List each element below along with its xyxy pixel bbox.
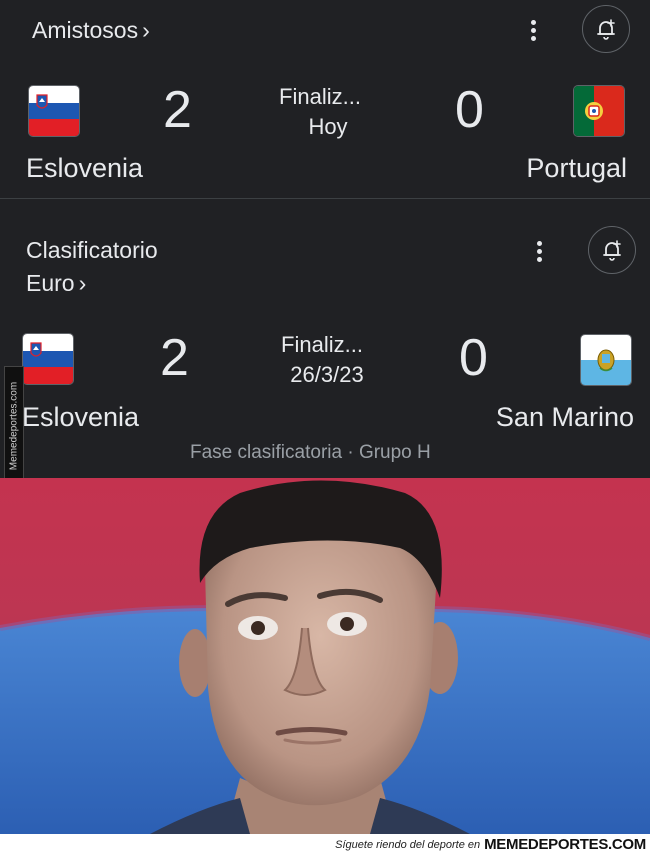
competition-label: Amistosos [32, 17, 139, 43]
footer-banner: Síguete riendo del deporte en MEMEDEPORT… [0, 834, 650, 855]
bell-add-icon [603, 240, 621, 261]
footer-brand[interactable]: MEMEDEPORTES.COM [484, 836, 646, 853]
reaction-photo [0, 478, 650, 834]
footer-tagline: Síguete riendo del deporte en [335, 838, 481, 851]
bell-add-icon [597, 19, 615, 40]
competition-label-line1: Clasificatorio [26, 237, 158, 263]
away-team-name[interactable]: San Marino [496, 400, 634, 434]
match-status: Finaliz... Hoy [260, 82, 380, 142]
san-marino-flag [581, 335, 631, 385]
screenshot: Amistosos › 2 Eslovenia Finaliz... Hoy 0… [0, 0, 650, 855]
bell-add-button[interactable] [582, 5, 630, 53]
competition-label-line2: Euro [26, 270, 75, 296]
home-score: 2 [160, 329, 189, 387]
bell-add-button[interactable] [588, 226, 636, 274]
more-vert-icon[interactable] [527, 18, 539, 44]
home-team-name[interactable]: Eslovenia [22, 400, 139, 434]
home-team-name[interactable]: Eslovenia [26, 151, 143, 185]
slovenia-flag [23, 334, 73, 384]
away-score: 0 [459, 329, 488, 387]
home-score: 2 [163, 81, 192, 139]
match-date: 26/3/23 [290, 362, 364, 387]
more-vert-icon[interactable] [533, 239, 545, 265]
watermark-text: Memedeportes.com [8, 381, 20, 471]
away-score: 0 [455, 81, 484, 139]
match-date: Hoy [308, 114, 348, 139]
competition-link[interactable]: Amistosos › [32, 14, 150, 47]
chevron-right-icon: › [142, 17, 150, 43]
chevron-right-icon: › [78, 270, 87, 296]
portugal-flag [574, 86, 624, 136]
match-card-friendly[interactable]: Amistosos › 2 Eslovenia Finaliz... Hoy 0… [0, 0, 650, 198]
status-label: Finaliz... [281, 332, 363, 357]
away-team-name[interactable]: Portugal [526, 151, 627, 185]
status-label: Finaliz... [279, 84, 361, 109]
side-watermark: Memedeportes.com [4, 366, 24, 486]
match-status: Finaliz... 26/3/23 [262, 330, 382, 390]
match-stage-label: Fase clasificatoria · Grupo H [190, 442, 431, 463]
slovenia-flag [29, 86, 79, 136]
match-card-euro-qualifier[interactable]: Clasificatorio Euro › 2 Eslovenia Finali… [0, 199, 650, 478]
competition-link[interactable]: Clasificatorio Euro › [26, 234, 158, 300]
